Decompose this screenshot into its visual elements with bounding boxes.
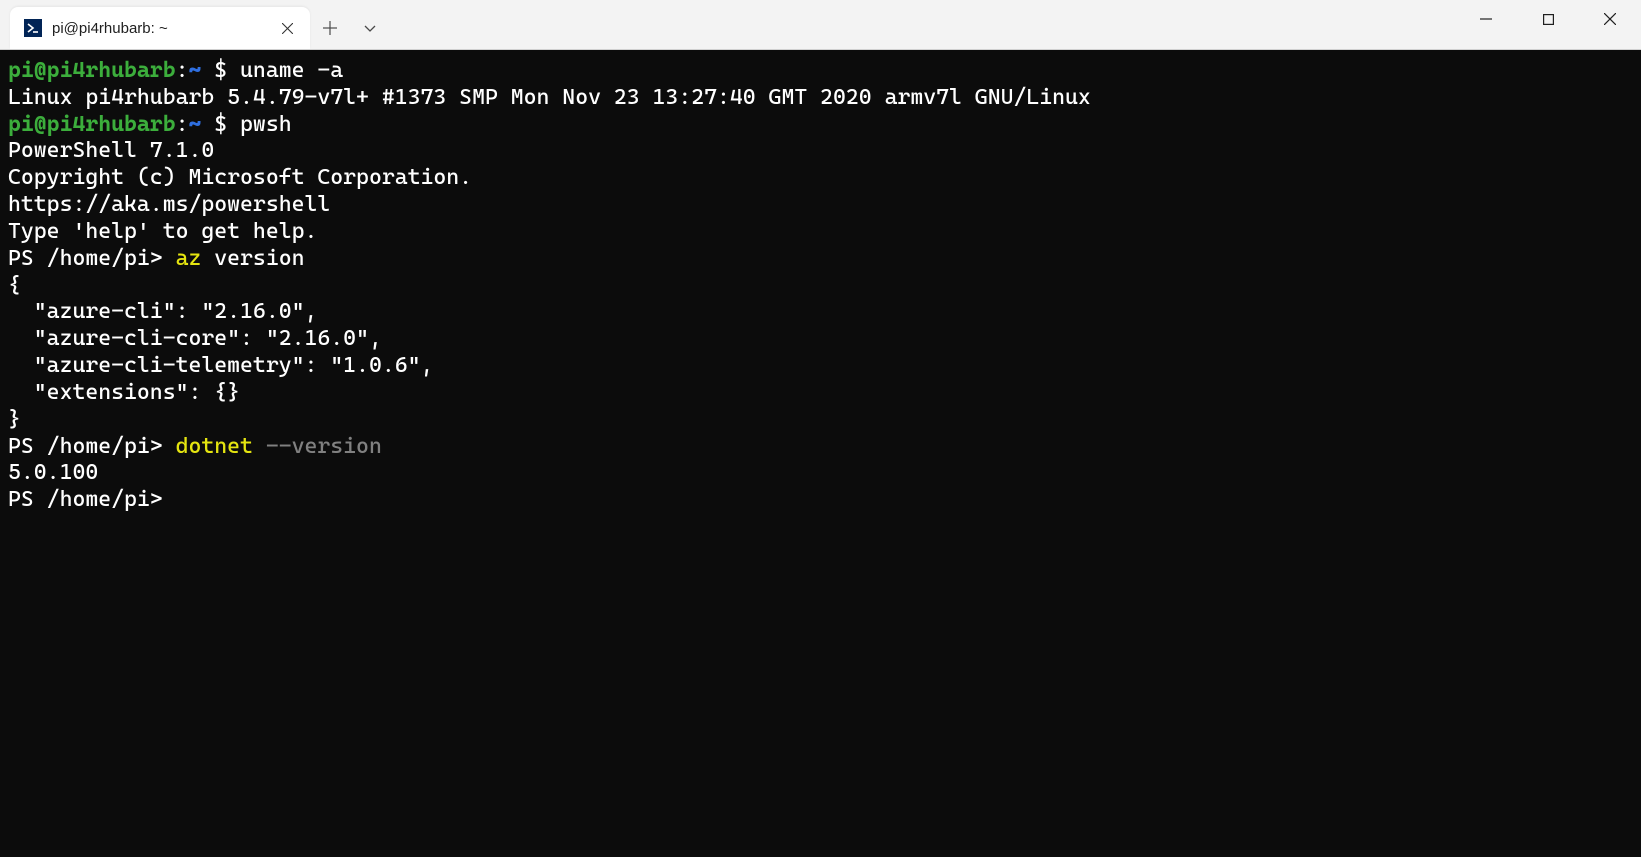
- ps-prompt: PS /home/pi>: [8, 246, 176, 271]
- terminal-output: {: [8, 273, 1633, 300]
- terminal-line: PS /home/pi> az version: [8, 246, 1633, 273]
- ps-prompt: PS /home/pi>: [8, 487, 176, 512]
- terminal-output: "azure-cli": "2.16.0",: [8, 299, 1633, 326]
- tabs-area: pi@pi4rhubarb: ~: [0, 0, 1455, 49]
- terminal-output: Linux pi4rhubarb 5.4.79-v7l+ #1373 SMP M…: [8, 85, 1633, 112]
- terminal-output: "azure-cli-core": "2.16.0",: [8, 326, 1633, 353]
- prompt-path: ~: [188, 58, 201, 83]
- command-text: pwsh: [240, 112, 292, 137]
- terminal-line: pi@pi4rhubarb:~ $ pwsh: [8, 112, 1633, 139]
- close-tab-button[interactable]: [276, 17, 298, 39]
- command-text: uname -a: [240, 58, 343, 83]
- terminal-tab[interactable]: pi@pi4rhubarb: ~: [10, 7, 310, 49]
- command-arg: --version: [253, 434, 382, 459]
- terminal-line: pi@pi4rhubarb:~ $ uname -a: [8, 58, 1633, 85]
- terminal-output: 5.0.100: [8, 460, 1633, 487]
- terminal-output: Copyright (c) Microsoft Corporation.: [8, 165, 1633, 192]
- powershell-icon: [24, 19, 42, 37]
- terminal-line: PS /home/pi>: [8, 487, 1633, 514]
- close-window-button[interactable]: [1579, 0, 1641, 38]
- terminal-output: "extensions": {}: [8, 380, 1633, 407]
- terminal-output: Type 'help' to get help.: [8, 219, 1633, 246]
- tab-dropdown-button[interactable]: [350, 7, 390, 49]
- terminal-line: PS /home/pi> dotnet --version: [8, 434, 1633, 461]
- window-controls: [1455, 0, 1641, 49]
- tab-title: pi@pi4rhubarb: ~: [52, 20, 266, 37]
- terminal-output: }: [8, 407, 1633, 434]
- command-exec: dotnet: [176, 434, 253, 459]
- terminal-output: "azure-cli-telemetry": "1.0.6",: [8, 353, 1633, 380]
- prompt-user-host: pi@pi4rhubarb: [8, 58, 176, 83]
- titlebar: pi@pi4rhubarb: ~: [0, 0, 1641, 50]
- new-tab-button[interactable]: [310, 7, 350, 49]
- minimize-button[interactable]: [1455, 0, 1517, 38]
- command-exec: az: [176, 246, 202, 271]
- maximize-button[interactable]: [1517, 0, 1579, 38]
- terminal-body[interactable]: pi@pi4rhubarb:~ $ uname -aLinux pi4rhuba…: [0, 50, 1641, 857]
- terminal-output: https://aka.ms/powershell: [8, 192, 1633, 219]
- terminal-output: PowerShell 7.1.0: [8, 138, 1633, 165]
